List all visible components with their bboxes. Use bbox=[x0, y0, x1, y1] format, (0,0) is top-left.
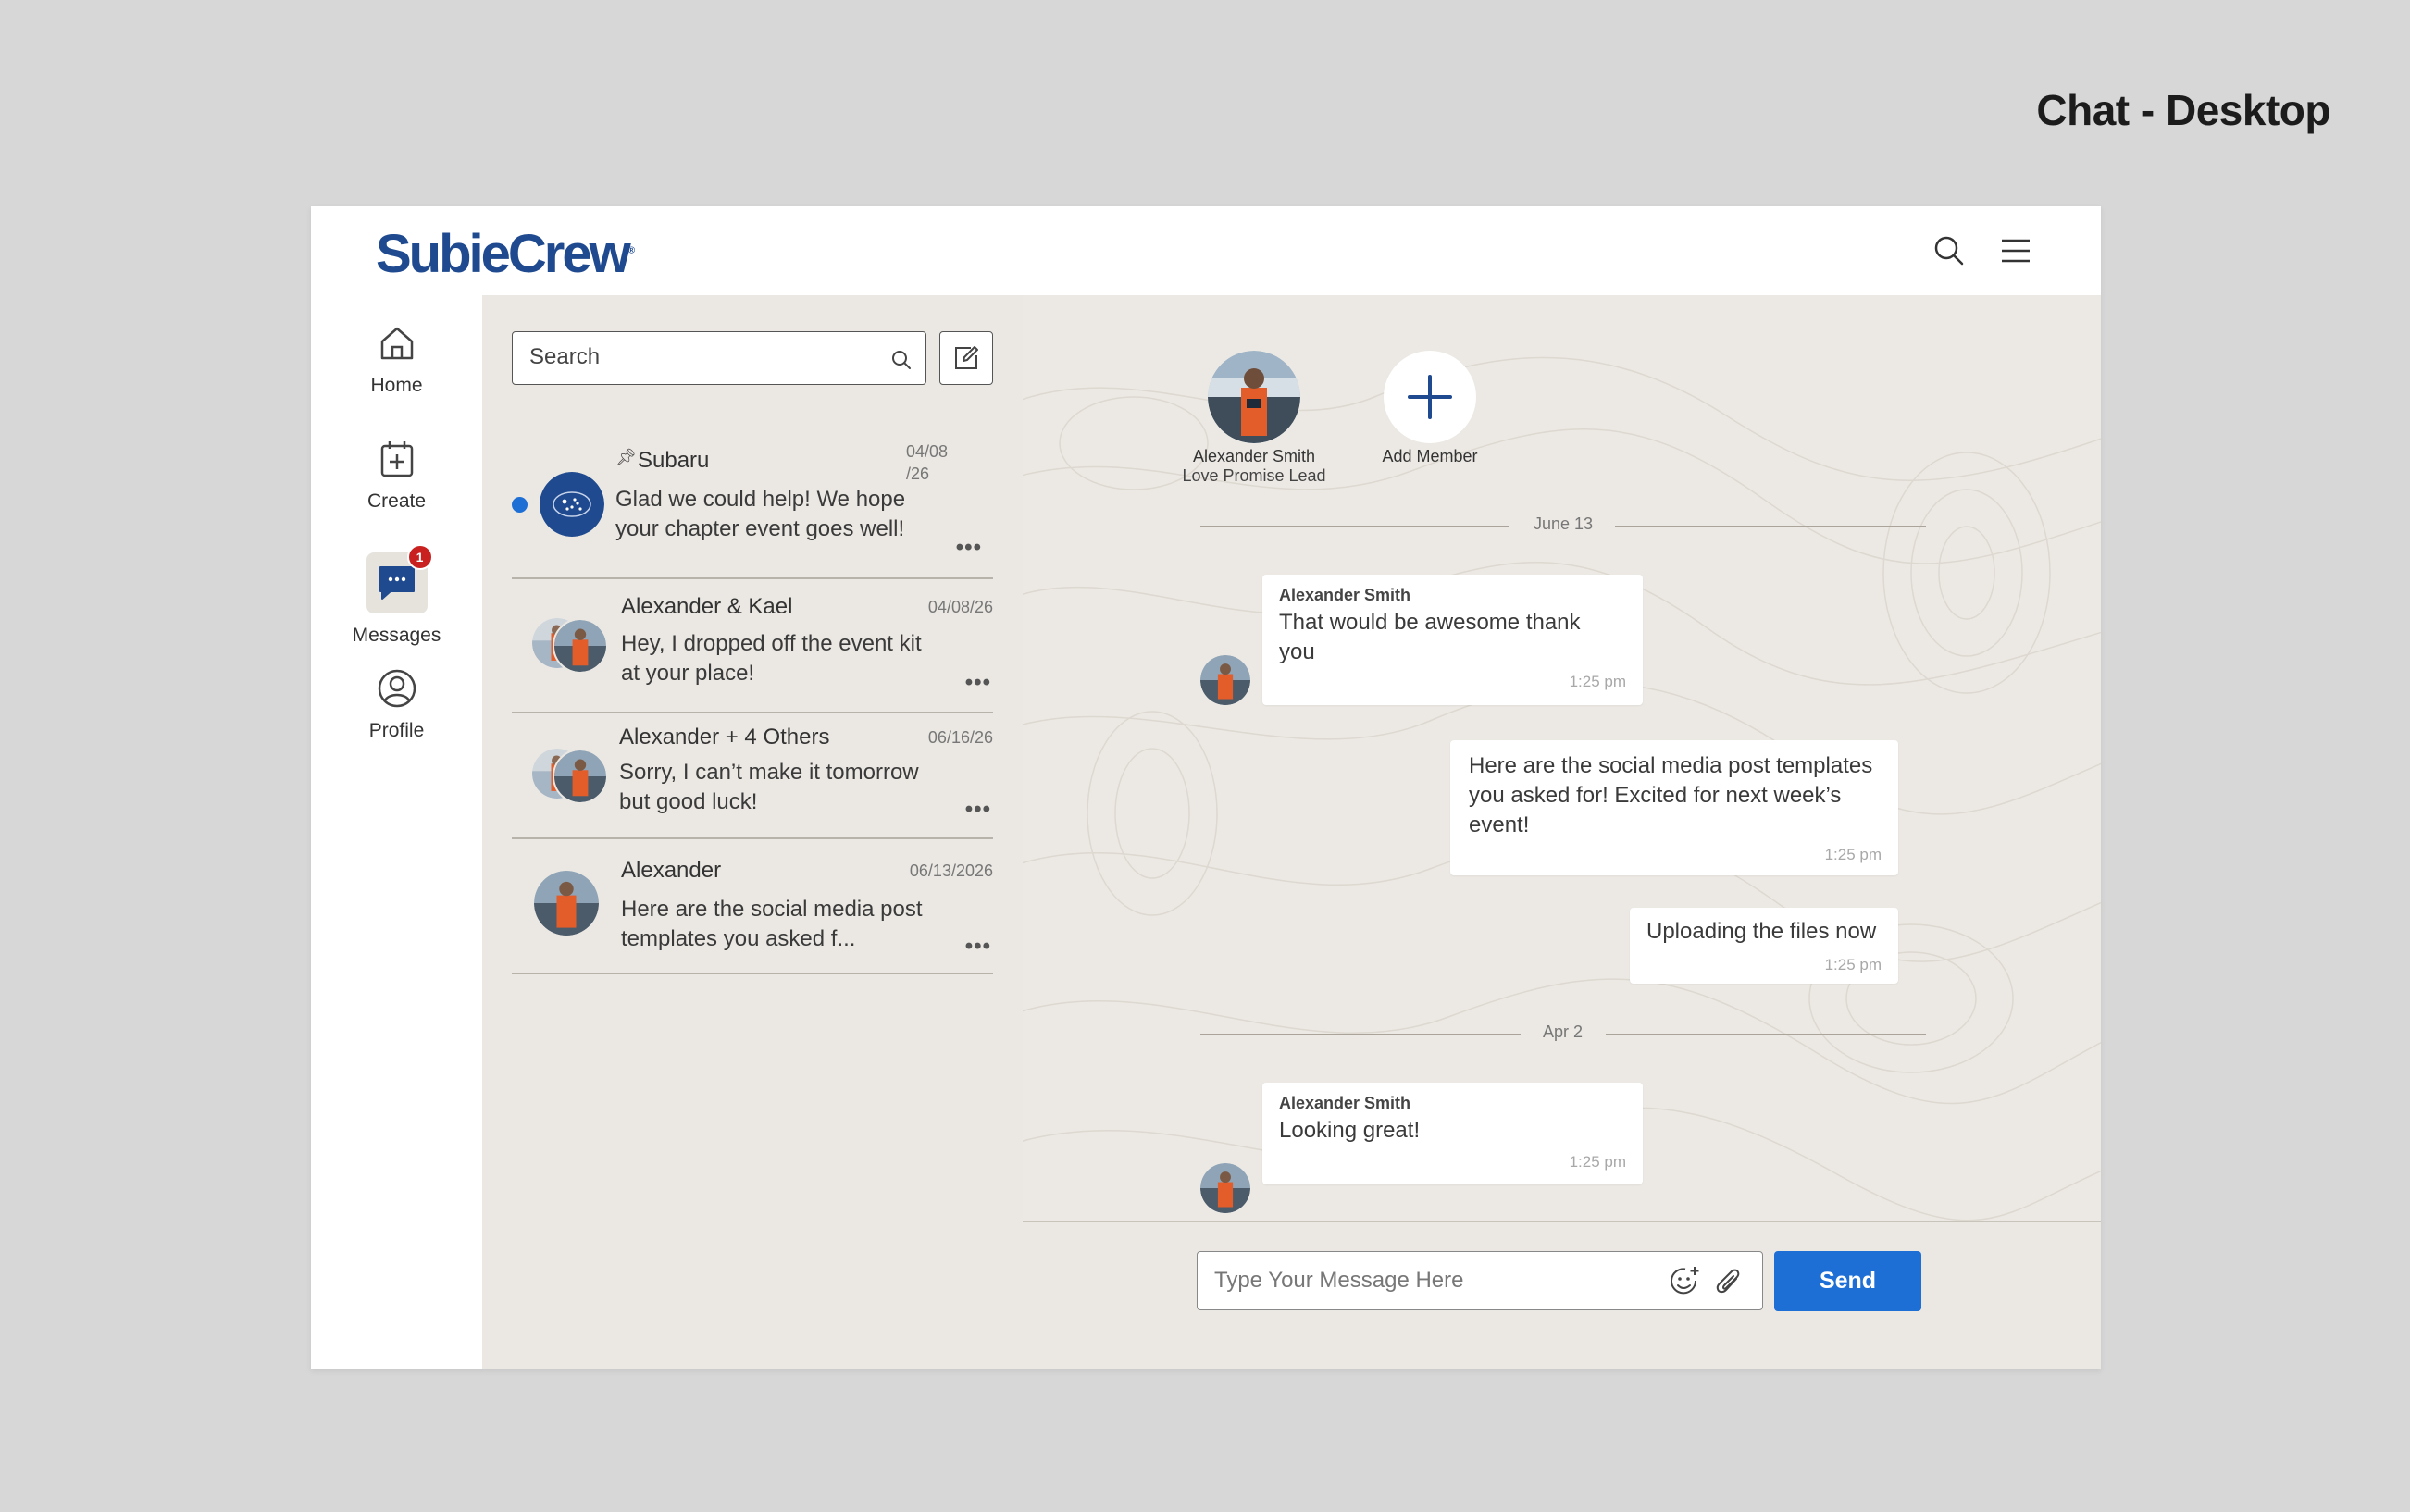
divider-date: June 13 bbox=[1534, 514, 1594, 533]
more-options-button[interactable]: ••• bbox=[965, 670, 991, 696]
conversation-preview: Here are the social media post templates… bbox=[621, 897, 923, 951]
conversation-name: Subaru bbox=[638, 448, 710, 473]
message-text: Looking great! bbox=[1279, 1118, 1421, 1143]
compose-edit-icon bbox=[955, 346, 978, 369]
message-text: Uploading the files now bbox=[1646, 919, 1877, 944]
message-composer: Send bbox=[1023, 1221, 2101, 1369]
sender-avatar bbox=[1200, 1163, 1250, 1213]
message-input-box[interactable] bbox=[1197, 1251, 1763, 1310]
sidebar-item-messages[interactable]: 1 Messages bbox=[311, 544, 482, 647]
divider-date: Apr 2 bbox=[1543, 1022, 1584, 1041]
member-name: Alexander Smith bbox=[1192, 447, 1316, 465]
user-circle-icon bbox=[378, 669, 416, 708]
send-button[interactable]: Send bbox=[1774, 1251, 1921, 1311]
message-bubble-outgoing[interactable]: Here are the social media post templates… bbox=[1450, 740, 1898, 875]
divider-line bbox=[1200, 1034, 1521, 1035]
conversation-date: 04/08 /26 bbox=[906, 442, 949, 483]
contact-avatar bbox=[534, 871, 599, 936]
add-member-circle[interactable] bbox=[1384, 351, 1476, 443]
sidebar-item-home[interactable]: Home bbox=[311, 323, 482, 397]
message-input[interactable] bbox=[1212, 1267, 1651, 1295]
hamburger-menu-icon[interactable] bbox=[1999, 234, 2032, 267]
sidebar-item-label: Home bbox=[370, 375, 423, 396]
member-avatar bbox=[1208, 351, 1300, 443]
conversation-preview: Glad we could help! We hope your chapter… bbox=[615, 487, 906, 541]
date-divider: June 13 bbox=[1200, 514, 1926, 537]
search-input[interactable] bbox=[528, 343, 874, 371]
new-message-button[interactable] bbox=[939, 331, 993, 385]
top-header: SubieCrew® bbox=[311, 206, 2101, 296]
search-icon[interactable] bbox=[890, 349, 913, 371]
sender-avatar bbox=[1200, 655, 1250, 705]
conversation-search[interactable] bbox=[512, 331, 926, 385]
calendar-plus-icon bbox=[380, 441, 413, 477]
message-text: Here are the social media post templates… bbox=[1469, 753, 1873, 837]
conversation-name: Alexander bbox=[621, 858, 722, 883]
plus-icon bbox=[1408, 375, 1452, 419]
subiecrew-logo[interactable]: SubieCrew® bbox=[376, 223, 635, 285]
message-sender: Alexander Smith bbox=[1279, 1094, 1411, 1112]
active-nav-highlight: 1 bbox=[366, 544, 433, 613]
conversation-item-alexander[interactable]: Alexander 06/13/2026 Here are the social… bbox=[512, 837, 993, 974]
sidebar-nav: Home Create 1 Messages Profile bbox=[311, 295, 482, 1369]
unread-badge: 1 bbox=[406, 544, 433, 570]
app-window: SubieCrew® Home Create 1 Messages Profil… bbox=[311, 206, 2101, 1369]
unread-indicator bbox=[512, 497, 528, 513]
date-divider: Apr 2 bbox=[1200, 1022, 1926, 1045]
group-avatar-front bbox=[553, 618, 608, 674]
subaru-logo-avatar bbox=[540, 472, 604, 537]
conversation-item-subaru[interactable]: 📌︎ Subaru 04/08 /26 Glad we could help! … bbox=[512, 439, 993, 579]
message-bubble-incoming[interactable]: Alexander Smith That would be awesome th… bbox=[1262, 575, 1643, 705]
message-time: 1:25 pm bbox=[1824, 956, 1882, 973]
conversation-item-alexander-kael[interactable]: Alexander & Kael 04/08/26 Hey, I dropped… bbox=[512, 577, 993, 713]
divider-line bbox=[1200, 526, 1509, 527]
message-bubble-outgoing[interactable]: Uploading the files now 1:25 pm bbox=[1630, 908, 1898, 984]
divider-line bbox=[1606, 1034, 1926, 1035]
member-role: Love Promise Lead bbox=[1182, 466, 1326, 485]
conversation-name: Alexander + 4 Others bbox=[619, 725, 830, 750]
logo-registered-mark: ® bbox=[627, 245, 636, 256]
more-options-button[interactable]: ••• bbox=[956, 535, 982, 561]
emoji-add-icon[interactable] bbox=[1668, 1265, 1701, 1298]
conversation-list-pane: 📌︎ Subaru 04/08 /26 Glad we could help! … bbox=[482, 295, 1025, 1369]
conversation-preview: Hey, I dropped off the event kit at your… bbox=[621, 631, 922, 686]
chat-pane: Alexander Smith Love Promise Lead Add Me… bbox=[1023, 295, 2101, 1369]
conversation-date: 04/08/26 bbox=[927, 598, 993, 616]
divider-line bbox=[1615, 526, 1926, 527]
sidebar-item-label: Create bbox=[366, 490, 427, 512]
sidebar-item-label: Messages bbox=[352, 625, 441, 646]
chat-bubble-icon bbox=[379, 566, 415, 600]
sidebar-item-profile[interactable]: Profile bbox=[311, 668, 482, 742]
logo-text: SubieCrew bbox=[376, 224, 631, 284]
more-options-button[interactable]: ••• bbox=[965, 797, 991, 823]
paperclip-icon[interactable] bbox=[1714, 1265, 1744, 1298]
home-icon bbox=[380, 327, 413, 360]
conversation-item-alexander-group[interactable]: Alexander + 4 Others 06/16/26 Sorry, I c… bbox=[512, 712, 993, 839]
search-icon[interactable] bbox=[1932, 234, 1966, 267]
conversation-date: 06/16/26 bbox=[927, 728, 993, 747]
pin-icon: 📌︎ bbox=[615, 448, 637, 466]
group-avatar-front bbox=[553, 749, 608, 804]
message-time: 1:25 pm bbox=[1824, 846, 1882, 863]
add-member-label: Add Member bbox=[1382, 447, 1478, 465]
message-text: That would be awesome thank you bbox=[1279, 610, 1581, 664]
conversation-date: 06/13/2026 bbox=[909, 861, 993, 880]
sidebar-item-label: Profile bbox=[368, 720, 425, 741]
message-bubble-incoming[interactable]: Alexander Smith Looking great! 1:25 pm bbox=[1262, 1083, 1643, 1184]
conversation-name: Alexander & Kael bbox=[621, 594, 793, 619]
chat-member-alexander-smith[interactable]: Alexander Smith Love Promise Lead bbox=[1180, 351, 1328, 486]
sidebar-item-create[interactable]: Create bbox=[311, 439, 482, 513]
conversation-preview: Sorry, I can’t make it tomorrow but good… bbox=[619, 760, 919, 814]
message-time: 1:25 pm bbox=[1569, 1153, 1626, 1171]
page-title: Chat - Desktop bbox=[2036, 86, 2330, 134]
more-options-button[interactable]: ••• bbox=[965, 934, 991, 960]
message-time: 1:25 pm bbox=[1569, 673, 1626, 690]
add-member-button[interactable]: Add Member bbox=[1374, 351, 1485, 466]
message-sender: Alexander Smith bbox=[1279, 586, 1411, 604]
